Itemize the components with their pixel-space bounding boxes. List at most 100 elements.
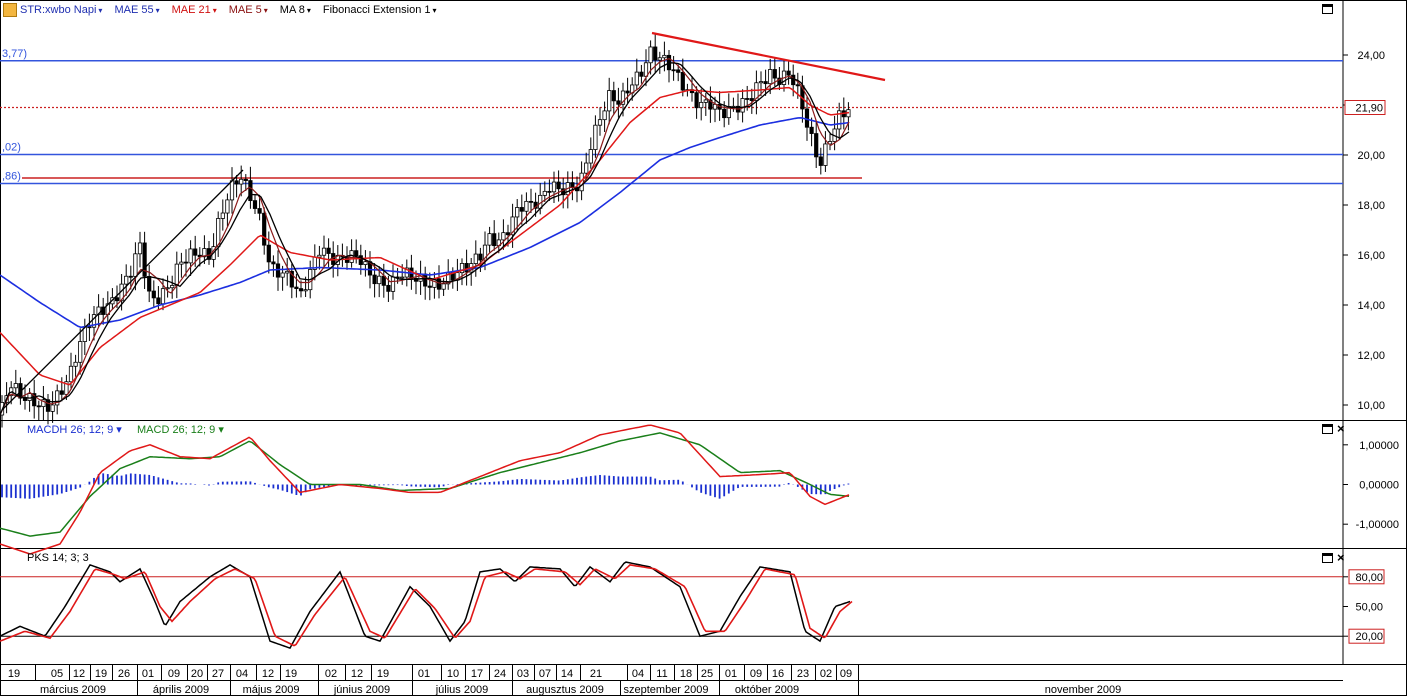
candle-body — [27, 393, 32, 401]
candle-body — [795, 84, 800, 87]
candle-body — [363, 261, 368, 265]
candle-body — [68, 365, 74, 383]
candle-body — [390, 276, 396, 292]
candle-body — [643, 62, 649, 77]
candle-body — [639, 71, 644, 77]
candle-body — [128, 275, 133, 278]
fib-level-label: ,86) — [2, 171, 21, 183]
candle-body — [722, 108, 727, 119]
candle-body — [772, 69, 777, 79]
candle-body — [570, 182, 575, 188]
day-tick-label: 10 — [447, 668, 459, 680]
price-tick-label: 18,00 — [1357, 200, 1385, 212]
day-tick-label: 02 — [820, 668, 832, 680]
candle-body — [804, 108, 810, 128]
ma8-line — [0, 62, 850, 416]
candle-body — [298, 288, 304, 292]
day-tick-label: 09 — [840, 668, 852, 680]
day-tick-label: 19 — [285, 668, 297, 680]
candle-body — [114, 297, 120, 302]
candle-body — [239, 178, 244, 185]
day-tick-label: 12 — [262, 668, 274, 680]
month-label: július 2009 — [435, 684, 489, 696]
candle-body — [349, 250, 354, 263]
candle-body — [478, 253, 483, 261]
mae21-line — [0, 86, 850, 386]
candle-body — [59, 390, 64, 395]
macd-tick-label: 0,00000 — [1359, 480, 1399, 492]
day-tick-label: 23 — [797, 668, 809, 680]
month-label: október 2009 — [735, 684, 799, 696]
candle-body — [321, 247, 327, 256]
day-tick-label: 07 — [539, 668, 551, 680]
stoch-maximize-icon[interactable] — [1322, 553, 1333, 563]
stoch-close-icon[interactable]: × — [1337, 551, 1345, 564]
macd-tick-label: -1,00000 — [1356, 519, 1399, 531]
candle-body — [317, 254, 322, 258]
candle-body — [593, 124, 598, 150]
candle-body — [22, 397, 28, 401]
candle-body — [133, 253, 138, 277]
candle-body — [519, 207, 524, 212]
candle-body — [588, 149, 593, 164]
candle-body — [680, 71, 685, 91]
day-tick-label: 12 — [73, 668, 85, 680]
candle-body — [501, 232, 506, 241]
candle-body — [275, 263, 281, 278]
candle-body — [174, 263, 179, 286]
candle-body — [505, 232, 511, 236]
candle-body — [225, 199, 230, 214]
candle-body — [400, 276, 405, 279]
month-label: szeptember 2009 — [624, 684, 709, 696]
candle-body — [671, 69, 676, 72]
candle-body — [676, 69, 681, 73]
stoch-tick-label: 50,00 — [1355, 602, 1383, 614]
day-tick-label: 12 — [351, 668, 363, 680]
month-label: november 2009 — [1045, 684, 1121, 696]
candle-body — [331, 253, 336, 265]
candle-body — [377, 275, 382, 285]
candle-body — [492, 233, 497, 247]
day-tick-label: 27 — [212, 668, 224, 680]
candle-body — [464, 263, 469, 273]
candle-body — [786, 70, 791, 76]
candle-body — [381, 275, 386, 286]
candle-body — [653, 46, 658, 61]
candle-body — [791, 74, 796, 86]
candle-body — [648, 46, 653, 64]
candle-body — [156, 297, 161, 305]
day-tick-label: 09 — [750, 668, 762, 680]
day-tick-label: 11 — [656, 668, 667, 680]
candle-body — [758, 81, 764, 84]
support-trendline — [1, 169, 244, 411]
fib-level-label: ,02) — [2, 142, 21, 154]
candle-body — [243, 178, 248, 181]
day-tick-label: 01 — [142, 668, 154, 680]
day-tick-label: 24 — [494, 668, 506, 680]
candle-body — [515, 207, 520, 218]
candle-body — [87, 326, 92, 329]
day-tick-label: 04 — [632, 668, 644, 680]
candle-body — [768, 69, 773, 85]
day-tick-label: 14 — [561, 668, 573, 680]
candle-body — [188, 248, 193, 264]
candle-body — [229, 180, 235, 201]
candle-body — [823, 143, 828, 166]
candle-body — [662, 54, 667, 59]
candle-body — [303, 289, 308, 292]
chart-frame — [0, 0, 1407, 696]
macd-close-icon[interactable]: × — [1337, 422, 1345, 435]
stoch-tick-label: 80,00 — [1355, 572, 1383, 584]
macd-label: MACD 26; 12; 9 ▾ — [137, 424, 224, 436]
candle-body — [556, 181, 561, 190]
candle-body — [170, 285, 175, 289]
candle-body — [524, 200, 529, 212]
price-tick-label: 20,00 — [1357, 150, 1385, 162]
candle-body — [423, 273, 428, 287]
candle-body — [266, 244, 271, 263]
macd-maximize-icon[interactable] — [1322, 424, 1333, 434]
candle-body — [252, 200, 258, 209]
day-tick-label: 16 — [772, 668, 784, 680]
stoch-tick-label: 20,00 — [1355, 631, 1383, 643]
day-tick-label: 02 — [325, 668, 337, 680]
